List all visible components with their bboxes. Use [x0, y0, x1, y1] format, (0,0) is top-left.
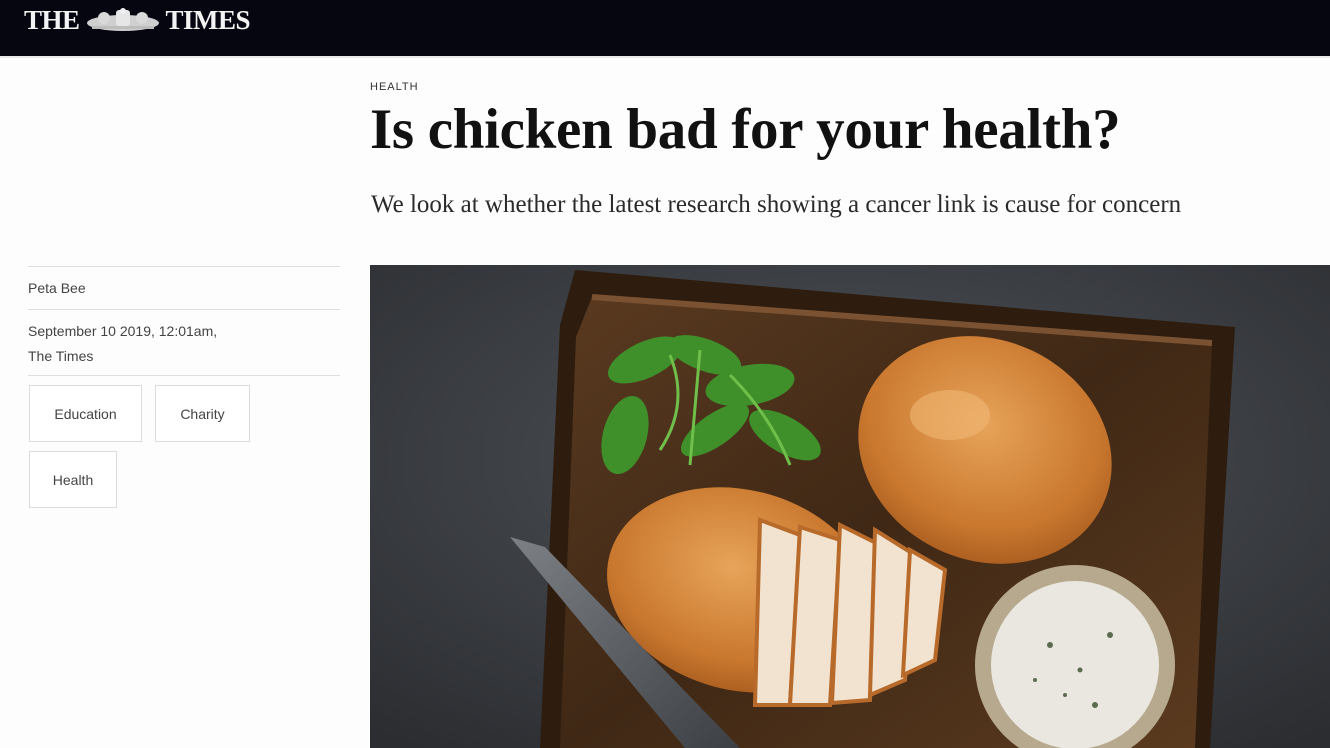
royal-crest-icon [86, 8, 159, 31]
publish-date: September 10 2019, 12:01am, [28, 323, 218, 339]
divider [28, 375, 340, 376]
tag-charity[interactable]: Charity [155, 385, 250, 442]
section-label[interactable]: HEALTH [370, 81, 419, 93]
masthead-right-word: TIMES [165, 4, 251, 35]
chicken-on-board-illustration [370, 265, 1330, 748]
author-name[interactable]: Peta Bee [28, 280, 86, 296]
divider [28, 309, 340, 310]
tag-health[interactable]: Health [29, 451, 117, 508]
publication-name: The Times [28, 348, 94, 364]
masthead-left-word: THE [24, 4, 80, 35]
article-standfirst: We look at whether the latest research s… [371, 191, 1182, 218]
times-logo[interactable]: THE TIMES [24, 4, 251, 35]
divider [28, 266, 340, 267]
tag-education[interactable]: Education [29, 385, 142, 442]
article-hero-image [370, 265, 1330, 748]
top-navigation-bar: THE TIMES [0, 0, 1330, 58]
article-headline: Is chicken bad for your health? [370, 98, 1121, 161]
